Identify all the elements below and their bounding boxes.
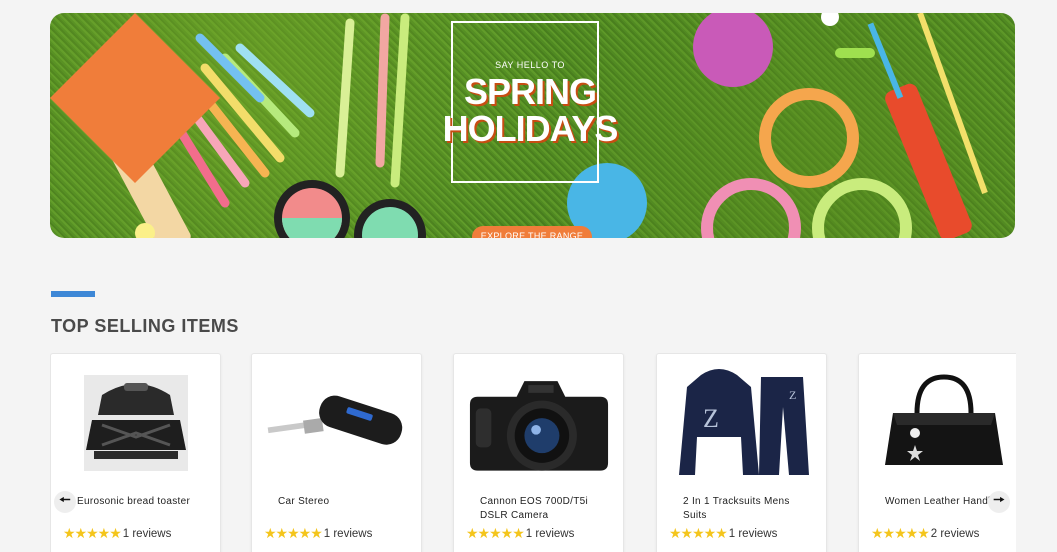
- rating-stars-icon: ★★★★★: [264, 525, 323, 541]
- review-count: 1 reviews: [728, 527, 778, 540]
- product-name[interactable]: Car Stereo: [278, 495, 408, 509]
- section-title: TOP SELLING ITEMS: [51, 316, 239, 336]
- product-card[interactable]: Car Stereo ★★★★★ 1 reviews: [251, 353, 422, 552]
- rating-stars-icon: ★★★★★: [63, 525, 122, 541]
- tracksuit-icon: Z Z: [679, 369, 809, 475]
- page: SAY HELLO TO SPRING HOLIDAYS EXPLORE THE…: [0, 0, 1057, 552]
- product-image[interactable]: Z Z: [671, 364, 813, 482]
- explore-range-button[interactable]: EXPLORE THE RANGE: [472, 226, 592, 238]
- product-rating: ★★★★★ 1 reviews: [466, 525, 574, 542]
- handbag-icon: [885, 374, 1003, 465]
- product-name[interactable]: Eurosonic bread toaster: [77, 495, 207, 509]
- rating-stars-icon: ★★★★★: [871, 525, 930, 541]
- product-rating: ★★★★★ 1 reviews: [63, 525, 171, 542]
- carousel-prev-button[interactable]: 🠔: [54, 491, 76, 513]
- review-count: 1 reviews: [122, 527, 172, 540]
- svg-text:Z: Z: [789, 388, 796, 402]
- product-name[interactable]: Cannon EOS 700D/T5i DSLR Camera: [480, 495, 610, 522]
- rating-stars-icon: ★★★★★: [669, 525, 728, 541]
- product-image[interactable]: [468, 364, 610, 482]
- product-rating: ★★★★★ 1 reviews: [264, 525, 372, 542]
- product-image[interactable]: [65, 364, 207, 482]
- section-accent-bar: [51, 291, 95, 297]
- bluetooth-receiver-icon: [267, 395, 403, 445]
- camera-icon: [469, 381, 609, 471]
- product-image[interactable]: [266, 364, 408, 482]
- rating-stars-icon: ★★★★★: [466, 525, 525, 541]
- carousel-next-button[interactable]: 🠖: [988, 491, 1010, 513]
- review-count: 1 reviews: [525, 527, 575, 540]
- product-card[interactable]: Eurosonic bread toaster ★★★★★ 1 reviews: [50, 353, 221, 552]
- svg-text:Z: Z: [703, 404, 719, 433]
- promo-tagline: SAY HELLO TO: [495, 60, 565, 70]
- product-carousel: Eurosonic bread toaster ★★★★★ 1 reviews …: [50, 353, 1016, 552]
- arrow-left-icon: 🠔: [59, 492, 71, 507]
- promo-diamond: [50, 13, 220, 183]
- product-rating: ★★★★★ 2 reviews: [871, 525, 979, 542]
- review-count: 1 reviews: [323, 527, 373, 540]
- promo-headline-line1: SPRING: [463, 71, 597, 112]
- product-image[interactable]: [873, 364, 1015, 482]
- product-name[interactable]: 2 In 1 Tracksuits Mens Suits: [683, 495, 813, 522]
- arrow-right-icon: 🠖: [993, 492, 1005, 507]
- review-count: 2 reviews: [930, 527, 980, 540]
- product-card[interactable]: Cannon EOS 700D/T5i DSLR Camera ★★★★★ 1 …: [453, 353, 624, 552]
- sandwich-toaster-icon: [84, 375, 188, 471]
- hero-banner[interactable]: SAY HELLO TO SPRING HOLIDAYS EXPLORE THE…: [50, 13, 1015, 238]
- product-card[interactable]: Women Leather Handbag ★★★★★ 2 reviews: [858, 353, 1016, 552]
- product-rating: ★★★★★ 1 reviews: [669, 525, 777, 542]
- product-card[interactable]: Z Z 2 In 1 Tracksuits Mens Suits ★★★★★ 1…: [656, 353, 827, 552]
- promo-headline-line2: HOLIDAYS: [442, 108, 619, 149]
